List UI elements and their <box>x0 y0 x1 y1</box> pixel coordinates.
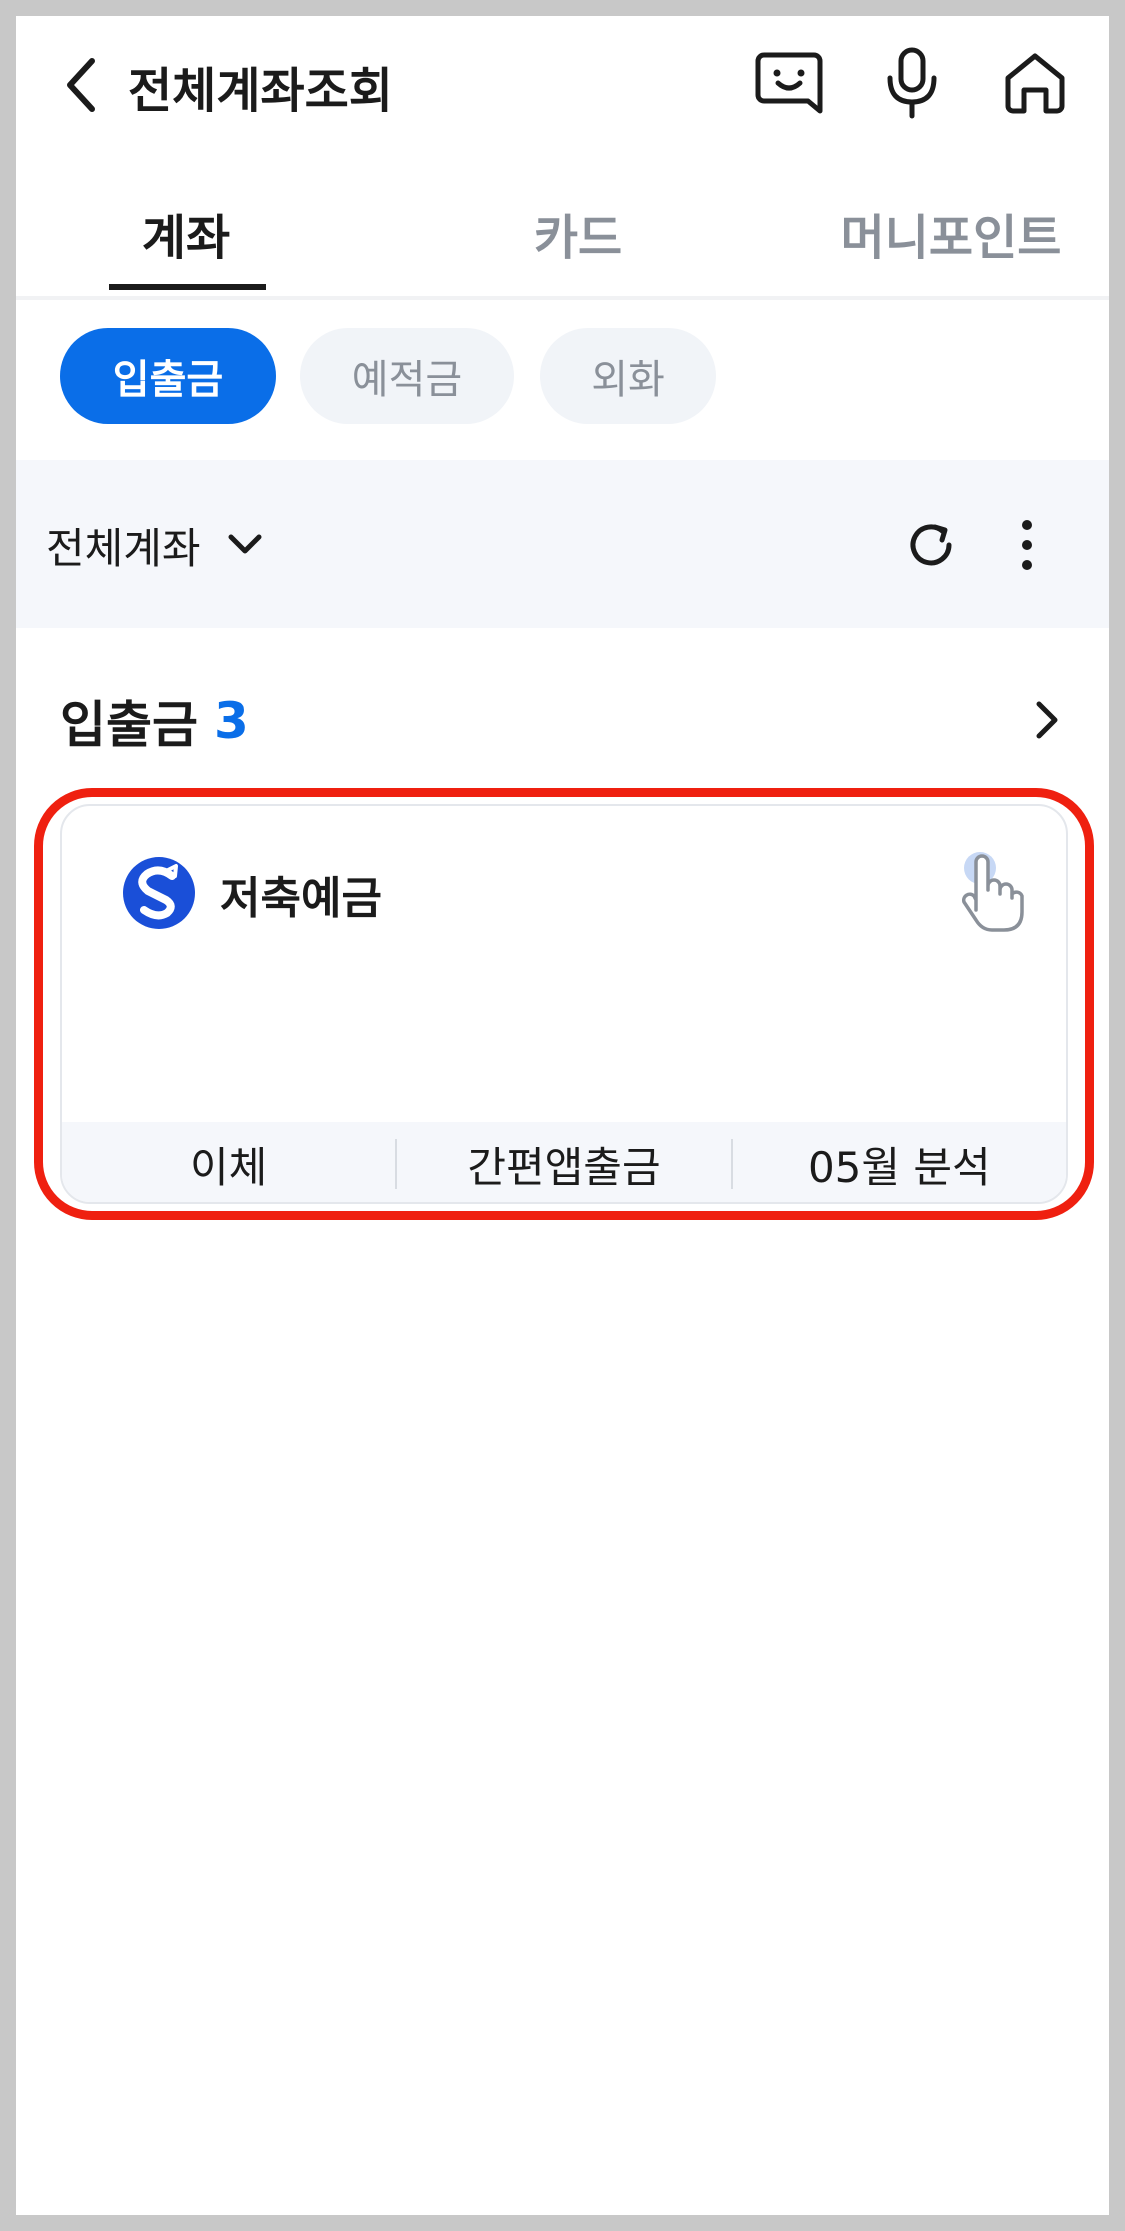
section-count: 3 <box>214 692 249 750</box>
chatbot-button[interactable] <box>744 38 834 128</box>
tab-card[interactable]: 카드 <box>448 176 708 300</box>
microphone-icon <box>887 47 937 119</box>
chip-foreign-currency-label: 외화 <box>591 357 665 403</box>
tab-account-label: 계좌 <box>141 210 231 266</box>
home-icon <box>1005 53 1065 114</box>
chip-foreign-currency[interactable]: 외화 <box>540 328 716 424</box>
more-options-button[interactable] <box>982 500 1072 590</box>
back-button[interactable] <box>52 40 112 130</box>
chip-deposit-withdrawal-label: 입출금 <box>112 357 224 403</box>
screen: 전체계좌조회 계좌 카드 머니포인트 입출금 예적금 외화 전체계좌 입출금 3… <box>16 16 1109 2215</box>
app-header: 전체계좌조회 <box>16 16 1109 146</box>
chevron-down-icon <box>228 534 262 554</box>
main-tab-bar: 계좌 카드 머니포인트 <box>16 176 1109 300</box>
easy-app-withdrawal-button[interactable]: 간편앱출금 <box>397 1122 730 1202</box>
chip-savings[interactable]: 예적금 <box>300 328 514 424</box>
chevron-right-icon <box>1036 701 1058 739</box>
monthly-analysis-label: 05월 분석 <box>807 1142 991 1192</box>
bank-logo-icon <box>123 857 195 929</box>
tab-money-point-label: 머니포인트 <box>840 210 1062 266</box>
easy-app-withdrawal-label: 간편앱출금 <box>467 1142 661 1192</box>
chatbot-icon <box>755 52 823 114</box>
refresh-button[interactable] <box>886 500 976 590</box>
transfer-button[interactable]: 이체 <box>62 1122 395 1202</box>
tab-card-label: 카드 <box>533 210 623 266</box>
transfer-label: 이체 <box>190 1142 268 1192</box>
account-card[interactable]: 저축예금 이체 간편앱출금 05월 분석 <box>60 804 1068 1204</box>
monthly-analysis-button[interactable]: 05월 분석 <box>733 1122 1066 1202</box>
refresh-icon <box>910 524 952 566</box>
tap-hand-icon <box>961 852 1024 932</box>
section-header: 입출금 3 <box>60 676 249 766</box>
page-title: 전체계좌조회 <box>128 63 393 119</box>
chip-deposit-withdrawal[interactable]: 입출금 <box>60 328 276 424</box>
tab-money-point[interactable]: 머니포인트 <box>806 176 1096 300</box>
more-vertical-icon <box>1022 520 1032 570</box>
section-more-button[interactable] <box>1006 680 1086 760</box>
filter-bar: 전체계좌 <box>16 460 1109 628</box>
back-icon <box>67 58 95 112</box>
microphone-button[interactable] <box>867 38 957 128</box>
home-button[interactable] <box>990 38 1080 128</box>
section-title: 입출금 <box>60 696 198 754</box>
card-action-bar: 이체 간편앱출금 05월 분석 <box>62 1122 1066 1202</box>
account-filter-select[interactable]: 전체계좌 <box>46 500 265 590</box>
account-filter-value: 전체계좌 <box>46 523 201 573</box>
chip-savings-label: 예적금 <box>351 357 463 403</box>
active-tab-indicator <box>109 284 266 290</box>
account-name: 저축예금 <box>220 873 382 924</box>
tab-account[interactable]: 계좌 <box>56 176 316 300</box>
